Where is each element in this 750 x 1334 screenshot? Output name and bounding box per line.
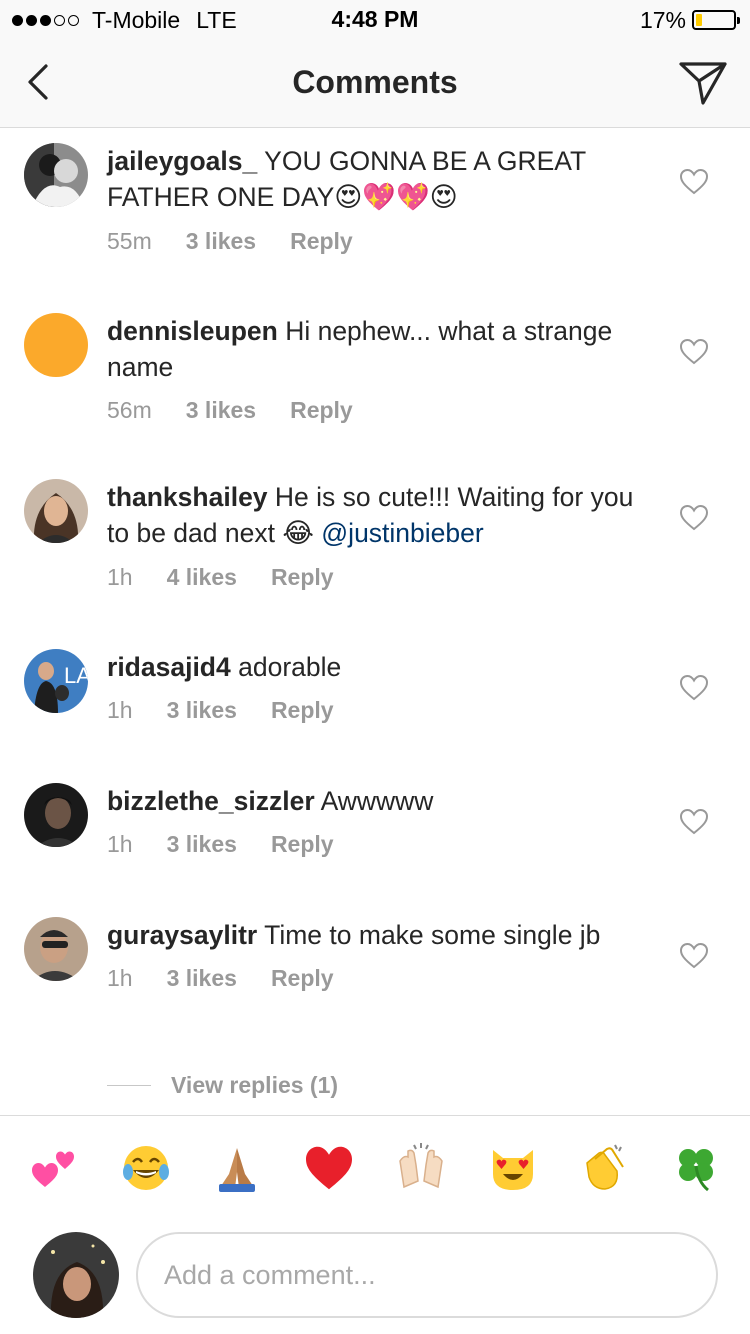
comment-likes[interactable]: 3 likes <box>167 697 237 724</box>
paper-plane-icon[interactable] <box>678 60 728 106</box>
comment-item: jaileygoals_ YOU GONNA BE A GREAT FATHER… <box>0 143 750 293</box>
four-leaf-clover-icon[interactable] <box>666 1138 726 1198</box>
view-replies-label: View replies (1) <box>171 1072 339 1098</box>
quick-emoji-bar <box>0 1138 750 1198</box>
comment-time: 1h <box>107 965 133 991</box>
comment-meta: 55m 3 likes Reply <box>107 228 662 255</box>
comment-text: dennisleupen Hi nephew... what a strange… <box>107 313 662 385</box>
battery-percent: 17% <box>639 6 686 33</box>
view-replies-button[interactable]: View replies (1) <box>107 1072 338 1099</box>
comment-likes[interactable]: 3 likes <box>167 965 237 992</box>
comment-likes[interactable]: 3 likes <box>186 228 256 255</box>
avatar[interactable]: LA <box>24 649 88 713</box>
folded-hands-icon[interactable] <box>207 1138 267 1198</box>
comment-meta: 1h 3 likes Reply <box>107 831 662 858</box>
status-bar: T-Mobile LTE 4:48 PM 17% <box>0 0 750 40</box>
reply-button[interactable]: Reply <box>290 228 353 255</box>
reply-button[interactable]: Reply <box>271 564 334 591</box>
battery-icon <box>692 10 740 30</box>
comment-message: Time to make some single jb <box>264 920 601 950</box>
comment-time: 55m <box>107 228 152 254</box>
comment-likes[interactable]: 4 likes <box>167 564 237 591</box>
comment-time: 1h <box>107 831 133 857</box>
comment-text: thankshailey He is so cute!!! Waiting fo… <box>107 479 662 552</box>
comment-likes[interactable]: 3 likes <box>167 831 237 858</box>
heart-eyes-cat-icon[interactable] <box>483 1138 543 1198</box>
comment-item: thankshailey He is so cute!!! Waiting fo… <box>0 479 750 629</box>
heart-icon[interactable] <box>679 808 709 835</box>
avatar[interactable] <box>24 313 88 377</box>
comment-username[interactable]: thankshailey <box>107 482 268 512</box>
two-hearts-icon[interactable] <box>24 1138 84 1198</box>
emoji-tears-of-joy-icon: 😂 <box>282 518 314 549</box>
svg-text:LA: LA <box>64 663 88 688</box>
reply-button[interactable]: Reply <box>271 831 334 858</box>
comment-meta: 56m 3 likes Reply <box>107 397 662 424</box>
heart-icon[interactable] <box>679 168 709 195</box>
comment-time: 56m <box>107 397 152 423</box>
comment-time: 1h <box>107 564 133 590</box>
comment-username[interactable]: jaileygoals_ <box>107 146 257 176</box>
status-right: 17% <box>639 6 740 34</box>
avatar[interactable] <box>24 917 88 981</box>
comment-username[interactable]: ridasajid4 <box>107 652 231 682</box>
comment-text: guraysaylitr Time to make some single jb <box>107 917 662 953</box>
heart-icon[interactable] <box>679 504 709 531</box>
comment-item: bizzlethe_sizzler Awwwww 1h 3 likes Repl… <box>0 783 750 893</box>
comment-message: adorable <box>238 652 342 682</box>
heart-icon[interactable] <box>679 674 709 701</box>
comment-message: Awwwww <box>320 786 434 816</box>
comment-item: dennisleupen Hi nephew... what a strange… <box>0 313 750 463</box>
mention-link[interactable]: @justinbieber <box>321 518 483 548</box>
tears-of-joy-icon[interactable] <box>116 1138 176 1198</box>
heart-icon[interactable] <box>679 338 709 365</box>
red-heart-icon[interactable] <box>299 1138 359 1198</box>
comment-composer <box>0 1115 750 1334</box>
page-title: Comments <box>292 64 458 100</box>
avatar[interactable] <box>24 143 88 207</box>
reply-button[interactable]: Reply <box>271 965 334 992</box>
clock: 4:48 PM <box>331 6 419 32</box>
divider <box>107 1085 151 1086</box>
nav-bar: Comments <box>0 40 750 128</box>
avatar[interactable] <box>24 783 88 847</box>
comment-username[interactable]: dennisleupen <box>107 316 278 346</box>
reply-button[interactable]: Reply <box>271 697 334 724</box>
comment-likes[interactable]: 3 likes <box>186 397 256 424</box>
reply-button[interactable]: Reply <box>290 397 353 424</box>
clapping-hands-icon[interactable] <box>574 1138 634 1198</box>
comment-item: LA ridasajid4 adorable 1h 3 likes Reply <box>0 649 750 759</box>
comment-username[interactable]: bizzlethe_sizzler <box>107 786 315 816</box>
comment-text: bizzlethe_sizzler Awwwww <box>107 783 662 819</box>
comment-meta: 1h 3 likes Reply <box>107 697 662 724</box>
comment-text: jaileygoals_ YOU GONNA BE A GREAT FATHER… <box>107 143 662 216</box>
avatar[interactable] <box>33 1232 119 1318</box>
comment-input[interactable] <box>136 1232 718 1318</box>
comment-text: ridasajid4 adorable <box>107 649 662 685</box>
comment-time: 1h <box>107 697 133 723</box>
raised-hands-icon[interactable] <box>391 1138 451 1198</box>
emoji-heart-eyes-icon: 😍💖💖😍 <box>334 182 458 213</box>
comment-meta: 1h 4 likes Reply <box>107 564 662 591</box>
heart-icon[interactable] <box>679 942 709 969</box>
comment-item: guraysaylitr Time to make some single jb… <box>0 917 750 1067</box>
comment-username[interactable]: guraysaylitr <box>107 920 257 950</box>
avatar[interactable] <box>24 479 88 543</box>
comment-meta: 1h 3 likes Reply <box>107 965 662 992</box>
